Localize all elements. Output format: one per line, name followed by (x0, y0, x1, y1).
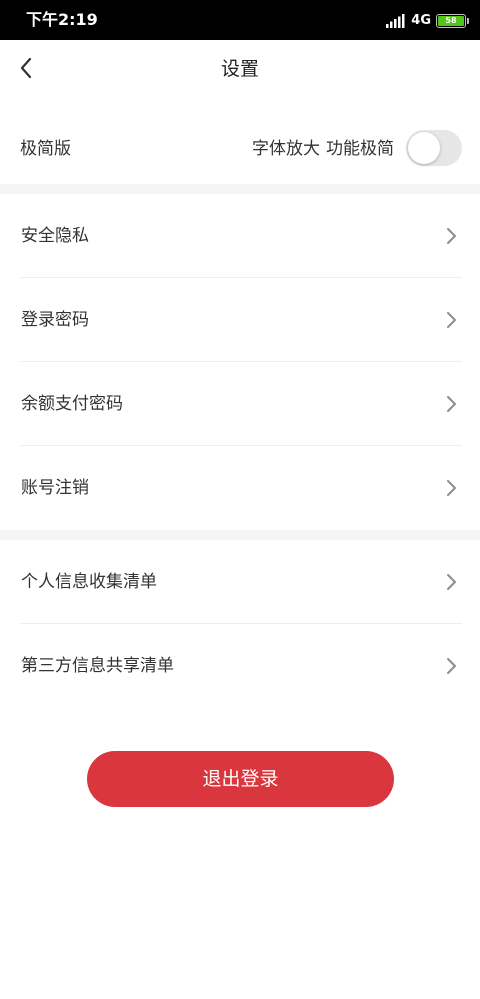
chevron-right-icon (447, 658, 456, 674)
minimal-mode-row: 极简版 字体放大 功能极简 (0, 112, 480, 184)
section-divider (0, 530, 480, 540)
section-divider (0, 184, 480, 194)
network-type: 4G (411, 13, 431, 28)
settings-row-personal-info-list[interactable]: 个人信息收集清单 (0, 540, 480, 624)
row-label: 个人信息收集清单 (21, 572, 157, 592)
settings-row-account-cancellation[interactable]: 账号注销 (0, 446, 480, 530)
mode-desc-function: 功能极简 (326, 139, 394, 159)
row-label: 第三方信息共享清单 (21, 656, 174, 676)
row-label: 余额支付密码 (21, 394, 123, 414)
minimal-mode-description: 字体放大 功能极简 (252, 138, 394, 160)
chevron-right-icon (447, 312, 456, 328)
battery-icon: 58 (436, 14, 469, 28)
page-title: 设置 (220, 58, 259, 80)
row-label: 账号注销 (21, 478, 89, 498)
battery-level: 58 (438, 16, 464, 26)
chevron-right-icon (447, 480, 456, 496)
settings-group-account: 安全隐私 登录密码 余额支付密码 账号注销 (0, 194, 480, 530)
toggle-knob (408, 132, 440, 164)
chevron-right-icon (447, 396, 456, 412)
settings-row-security-privacy[interactable]: 安全隐私 (0, 194, 480, 278)
logout-button[interactable]: 退出登录 (87, 751, 394, 807)
row-label: 安全隐私 (21, 226, 89, 246)
status-indicators: 4G 58 (386, 12, 469, 30)
minimal-mode-toggle[interactable] (406, 130, 462, 166)
minimal-mode-label: 极简版 (20, 139, 71, 159)
settings-row-payment-password[interactable]: 余额支付密码 (0, 362, 480, 446)
chevron-right-icon (447, 228, 456, 244)
signal-icon (386, 14, 405, 28)
status-time: 下午2:19 (26, 10, 98, 29)
nav-bar: 设置 (0, 40, 480, 100)
settings-row-third-party-sharing-list[interactable]: 第三方信息共享清单 (0, 624, 480, 708)
settings-row-login-password[interactable]: 登录密码 (0, 278, 480, 362)
status-bar: 下午2:19 4G 58 (0, 0, 480, 40)
mode-desc-font: 字体放大 (252, 139, 320, 159)
chevron-right-icon (447, 574, 456, 590)
row-label: 登录密码 (21, 310, 89, 330)
settings-group-privacy-lists: 个人信息收集清单 第三方信息共享清单 (0, 540, 480, 708)
